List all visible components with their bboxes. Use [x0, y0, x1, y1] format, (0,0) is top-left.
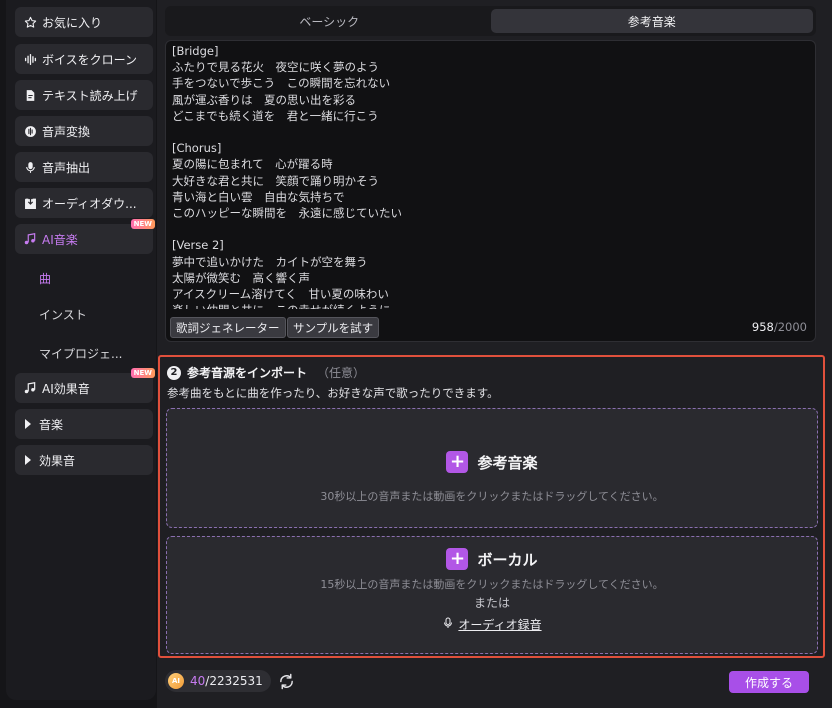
sidebar-item-label: お気に入り — [42, 15, 103, 30]
caret-right-icon — [25, 419, 31, 429]
waveform-icon — [23, 52, 37, 66]
character-max: /2000 — [773, 320, 807, 334]
reference-music-dropzone[interactable]: + 参考音楽 30秒以上の音声または動画をクリックまたはドラッグしてください。 — [166, 408, 818, 528]
sidebar-item-music[interactable]: 音楽 — [15, 409, 153, 439]
try-sample-button[interactable]: サンプルを試す — [287, 317, 380, 338]
optional-label: （任意） — [317, 366, 366, 380]
section-header: 2 参考音源をインポート （任意） — [167, 364, 365, 381]
sidebar-item-ai-music[interactable]: AI音楽 NEW — [15, 219, 155, 254]
voice-change-icon — [23, 124, 37, 138]
sidebar-item-label: AI音楽 — [42, 232, 78, 247]
new-badge: NEW — [130, 368, 155, 378]
credits-total: /2232531 — [205, 674, 263, 688]
sidebar-item-label: 音声変換 — [42, 124, 91, 139]
sidebar-item-audio-download[interactable]: オーディオダウ... — [15, 188, 153, 218]
create-button[interactable]: 作成する — [729, 671, 809, 693]
sidebar-item-sound-effects[interactable]: 効果音 — [15, 445, 153, 475]
dropzone-title: + 参考音楽 — [167, 451, 817, 473]
section-title: 参考音源をインポート — [187, 366, 308, 380]
sidebar-item-favorites[interactable]: お気に入り — [15, 7, 153, 37]
mode-tabs: ベーシック 参考音楽 — [165, 6, 816, 36]
plus-icon: + — [446, 451, 469, 473]
sidebar-sub-item-instrumental[interactable]: インスト — [39, 306, 87, 323]
music-note-icon — [23, 381, 37, 395]
sidebar-item-voice-change[interactable]: 音声変換 — [15, 116, 153, 146]
lyrics-textarea[interactable]: [Bridge] ふたりで見る花火 夜空に咲く夢のよう 手をつないで歩こう この… — [172, 43, 802, 309]
import-reference-section: 2 参考音源をインポート （任意） 参考曲をもとに曲を作ったり、お好きな声で歌っ… — [158, 355, 825, 658]
lyrics-editor[interactable]: [Bridge] ふたりで見る花火 夜空に咲く夢のよう 手をつないで歩こう この… — [165, 40, 816, 342]
or-separator: または — [473, 596, 510, 610]
main-panel: ベーシック 参考音楽 [Bridge] ふたりで見る花火 夜空に咲く夢のよう 手… — [157, 0, 832, 708]
download-icon — [23, 196, 37, 210]
section-description: 参考曲をもとに曲を作ったり、お好きな声で歌ったりできます。 — [167, 386, 499, 400]
dropzone-hint: 30秒以上の音声または動画をクリックまたはドラッグしてください。 — [320, 490, 664, 503]
audio-record-link[interactable]: オーディオ録音 — [167, 616, 817, 633]
character-counter: 958/2000 — [752, 320, 807, 334]
vocal-dropzone[interactable]: + ボーカル 15秒以上の音声または動画をクリックまたはドラッグしてください。 … — [166, 536, 818, 654]
character-count: 958 — [751, 320, 774, 334]
microphone-icon — [442, 617, 454, 632]
dropzone-hint: 15秒以上の音声または動画をクリックまたはドラッグしてください。 — [320, 578, 664, 591]
star-icon — [23, 15, 37, 29]
coin-icon: AI — [168, 673, 184, 689]
credits-used: 40 — [190, 674, 206, 688]
audio-record-label: オーディオ録音 — [458, 618, 542, 632]
sidebar-item-voice-extract[interactable]: 音声抽出 — [15, 152, 153, 182]
sidebar-sub-item-my-projects[interactable]: マイプロジェ... — [39, 345, 122, 362]
sidebar-item-label: AI効果音 — [42, 381, 90, 396]
microphone-icon — [23, 160, 37, 174]
sidebar-item-label: オーディオダウ... — [42, 196, 137, 211]
sidebar-item-ai-sound-effects[interactable]: AI効果音 NEW — [15, 368, 155, 403]
sidebar-item-label: 音楽 — [39, 417, 64, 432]
plus-icon: + — [446, 548, 469, 570]
sidebar-item-label: 音声抽出 — [42, 160, 91, 175]
caret-right-icon — [25, 455, 31, 465]
dropzone-title-text: ボーカル — [477, 550, 538, 569]
sidebar-item-label: ボイスをクローン — [42, 52, 138, 67]
sidebar-item-voice-clone[interactable]: ボイスをクローン — [15, 44, 153, 74]
new-badge: NEW — [130, 219, 155, 229]
refresh-icon[interactable] — [278, 672, 296, 690]
document-icon — [23, 88, 37, 102]
step-number: 2 — [167, 365, 181, 380]
sidebar-sub-item-song[interactable]: 曲 — [39, 270, 51, 287]
sidebar: お気に入り ボイスをクローン テキスト読み上げ 音声変換 音声抽出 オーディオダ… — [6, 0, 156, 700]
lyrics-generator-button[interactable]: 歌詞ジェネレーター — [170, 317, 286, 338]
sidebar-item-label: テキスト読み上げ — [42, 88, 138, 103]
dropzone-title: + ボーカル — [167, 548, 817, 570]
credits-display: AI 40/2232531 — [165, 670, 271, 692]
tab-basic[interactable]: ベーシック — [168, 9, 491, 33]
tab-reference-music[interactable]: 参考音楽 — [490, 9, 813, 33]
credits-bar: AI 40/2232531 — [165, 670, 296, 692]
music-note-icon — [23, 232, 37, 246]
sidebar-item-label: 効果音 — [39, 453, 76, 468]
sidebar-item-text-to-speech[interactable]: テキスト読み上げ — [15, 80, 153, 110]
dropzone-title-text: 参考音楽 — [477, 453, 538, 472]
